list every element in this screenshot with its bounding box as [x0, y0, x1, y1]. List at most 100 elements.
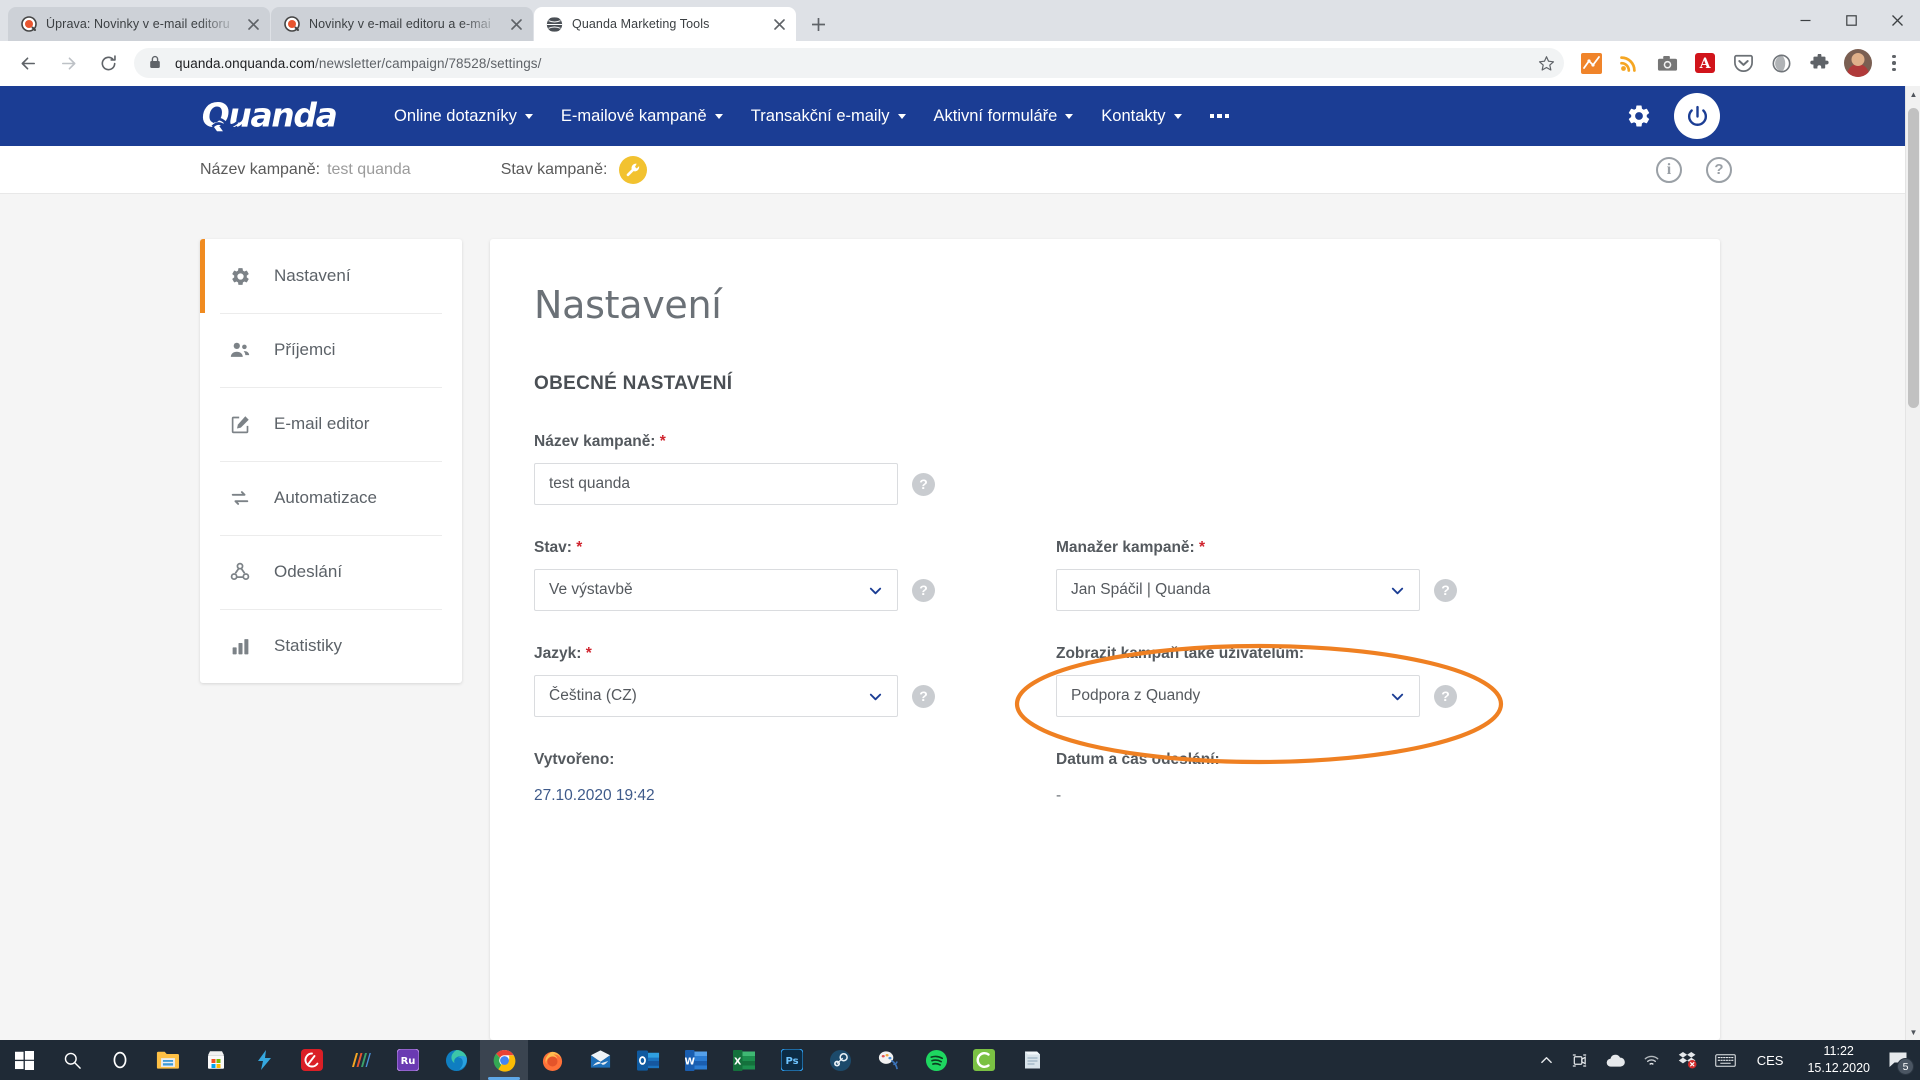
browser-tab-3-active[interactable]: Quanda Marketing Tools [534, 7, 796, 41]
campaign-name-group: Název kampaně: test quanda [200, 161, 411, 179]
forward-button[interactable] [51, 46, 85, 80]
wrench-icon[interactable] [619, 155, 648, 184]
firefox-icon[interactable] [528, 1040, 576, 1080]
back-button[interactable] [11, 46, 45, 80]
help-icon[interactable]: ? [1434, 684, 1457, 708]
screenshot-camera-icon[interactable] [1653, 49, 1681, 77]
file-explorer-icon[interactable] [144, 1040, 192, 1080]
quanda-logo[interactable]: Quanda [200, 94, 360, 138]
scroll-up-arrow-icon[interactable]: ▲ [1906, 86, 1920, 102]
required-marker: * [1199, 539, 1206, 556]
close-icon[interactable] [770, 15, 788, 33]
language-select[interactable]: Čeština (CZ) [534, 675, 898, 717]
sidebar-item-odeslani[interactable]: Odeslání [200, 535, 462, 609]
extensions-puzzle-icon[interactable] [1805, 49, 1833, 77]
nav-item-transakcni-emaily[interactable]: Transakční e-maily [737, 86, 920, 146]
cortana-icon[interactable] [96, 1040, 144, 1080]
mail-app-icon[interactable] [576, 1040, 624, 1080]
info-circle-icon[interactable]: i [1656, 156, 1682, 183]
adobe-photoshop-icon[interactable]: Ps [768, 1040, 816, 1080]
nav-item-kontakty[interactable]: Kontakty [1087, 86, 1195, 146]
browser-tab-2[interactable]: Novinky v e-mail editoru a e-mai [271, 7, 533, 41]
show-to-users-select[interactable]: Podpora z Quandy [1056, 675, 1420, 717]
microsoft-outlook-icon[interactable] [624, 1040, 672, 1080]
microsoft-excel-icon[interactable]: X [720, 1040, 768, 1080]
field-show-to-users: Zobrazit kampaň také uživatelům: Podpora… [1056, 645, 1514, 717]
new-tab-button[interactable] [803, 9, 833, 39]
dropbox-error-icon[interactable] [1669, 1040, 1706, 1080]
analytics-chart-icon[interactable] [1577, 49, 1605, 77]
help-icon[interactable]: ? [912, 578, 935, 602]
microsoft-edge-icon[interactable] [432, 1040, 480, 1080]
lightning-app-icon[interactable] [240, 1040, 288, 1080]
language-indicator[interactable]: CES [1745, 1053, 1796, 1068]
profile-avatar[interactable] [1844, 49, 1872, 77]
colorful-bars-app-icon[interactable] [336, 1040, 384, 1080]
question-circle-icon[interactable]: ? [1706, 156, 1732, 183]
field-input-row: Podpora z Quandy ? [1056, 675, 1514, 717]
steam-icon[interactable] [816, 1040, 864, 1080]
paint-net-icon[interactable] [864, 1040, 912, 1080]
microsoft-word-icon[interactable]: W [672, 1040, 720, 1080]
state-select[interactable]: Ve výstavbě [534, 569, 898, 611]
page-content: Nastavení Příjemci E-mail editor Automat… [0, 194, 1920, 1040]
windows-start-icon[interactable] [0, 1040, 48, 1080]
more-menu-dots-icon[interactable] [1196, 86, 1244, 146]
nav-item-aktivni-formulare[interactable]: Aktivní formuláře [920, 86, 1088, 146]
maximize-button[interactable] [1828, 0, 1874, 41]
camera-record-icon[interactable] [1562, 1040, 1597, 1080]
sidebar-item-prijemci[interactable]: Příjemci [200, 313, 462, 387]
bookmark-star-icon[interactable] [1532, 49, 1560, 77]
spotify-icon[interactable] [912, 1040, 960, 1080]
notes-app-icon[interactable] [1008, 1040, 1056, 1080]
field-input-row: Jan Spáčil | Quanda ? [1056, 569, 1514, 611]
power-icon[interactable] [1674, 93, 1720, 139]
browser-tab-1[interactable]: Úprava: Novinky v e-mail editoru [8, 7, 270, 41]
keyboard-layout-icon[interactable] [1706, 1040, 1745, 1080]
nav-item-emailove-kampane[interactable]: E-mailové kampaně [547, 86, 737, 146]
close-window-button[interactable] [1874, 0, 1920, 41]
page-scrollbar[interactable]: ▲ ▼ [1905, 86, 1920, 1040]
bar-chart-icon [228, 634, 252, 658]
field-campaign-name: Název kampaně: * test quanda ? [534, 433, 992, 505]
adobe-acrobat-icon[interactable]: A [1691, 49, 1719, 77]
sidebar-item-statistiky[interactable]: Statistiky [200, 609, 462, 683]
campaign-name-input[interactable]: test quanda [534, 463, 898, 505]
chevron-up-icon[interactable] [1531, 1040, 1562, 1080]
settings-form: Název kampaně: * test quanda ? Stav: * V… [534, 433, 1514, 839]
sidebar-item-automatizace[interactable]: Automatizace [200, 461, 462, 535]
required-marker: * [576, 539, 583, 556]
minimize-button[interactable] [1782, 0, 1828, 41]
gear-icon[interactable] [1626, 103, 1652, 129]
close-icon[interactable] [244, 15, 262, 33]
close-icon[interactable] [507, 15, 525, 33]
nav-item-online-dotazniky[interactable]: Online dotazníky [380, 86, 547, 146]
onedrive-cloud-icon[interactable] [1597, 1040, 1634, 1080]
pocket-save-icon[interactable] [1729, 49, 1757, 77]
help-icon[interactable]: ? [1434, 578, 1457, 602]
scroll-down-arrow-icon[interactable]: ▼ [1906, 1024, 1920, 1040]
action-center-icon[interactable]: 5 [1882, 1040, 1920, 1080]
search-icon[interactable] [48, 1040, 96, 1080]
scrollbar-thumb[interactable] [1908, 108, 1919, 408]
address-bar[interactable]: quanda.onquanda.com/newsletter/campaign/… [134, 48, 1564, 78]
help-icon[interactable]: ? [912, 684, 935, 708]
nav-label: Aktivní formuláře [933, 106, 1058, 125]
sidebar-item-email-editor[interactable]: E-mail editor [200, 387, 462, 461]
chrome-menu-kebab-icon[interactable] [1880, 48, 1908, 78]
google-chrome-icon[interactable] [480, 1040, 528, 1080]
adobe-premiere-rush-icon[interactable]: Ru [384, 1040, 432, 1080]
circle-extension-icon[interactable] [1767, 49, 1795, 77]
clock[interactable]: 11:22 15.12.2020 [1795, 1040, 1882, 1080]
window-controls [1782, 0, 1920, 41]
microsoft-store-icon[interactable] [192, 1040, 240, 1080]
sidebar-item-nastaveni[interactable]: Nastavení [200, 239, 462, 313]
rss-feed-icon[interactable] [1615, 49, 1643, 77]
adobe-creative-cloud-icon[interactable] [288, 1040, 336, 1080]
manager-select[interactable]: Jan Spáčil | Quanda [1056, 569, 1420, 611]
chevron-down-icon [868, 583, 883, 598]
reload-button[interactable] [91, 46, 125, 80]
help-icon[interactable]: ? [912, 472, 935, 496]
wifi-icon[interactable] [1634, 1040, 1669, 1080]
calendar-app-icon[interactable] [960, 1040, 1008, 1080]
